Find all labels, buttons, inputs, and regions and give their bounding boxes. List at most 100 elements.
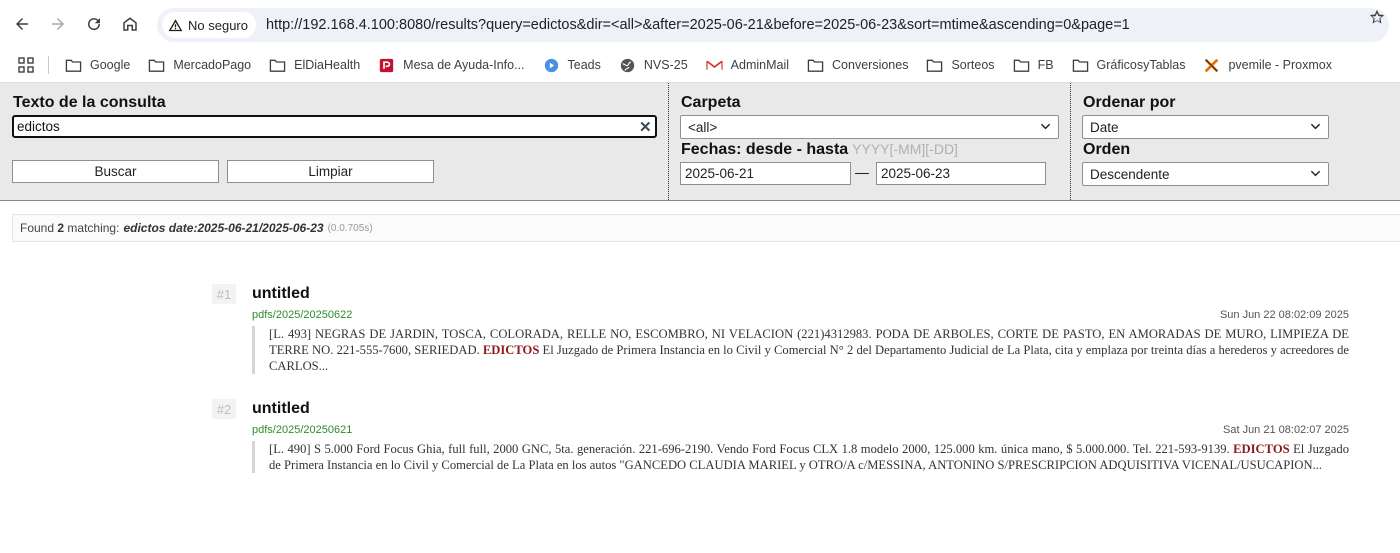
mail-icon (706, 58, 731, 73)
bookmark-label: FB (1037, 58, 1054, 72)
helpdesk-icon (378, 58, 403, 73)
bookmark-item[interactable]: MercadoPago (148, 58, 251, 73)
home-button[interactable] (114, 8, 146, 40)
dates-label-text: Fechas: desde - hasta (681, 141, 849, 158)
order-select-value: Descendente (1090, 166, 1170, 182)
proxmox-icon (1203, 58, 1228, 73)
result-number: #1 (212, 284, 236, 304)
result-count: 2 (57, 221, 65, 235)
search-time: (0.0.705s) (327, 222, 373, 234)
bookmark-item[interactable]: pvemile - Proxmox (1203, 58, 1332, 73)
reload-icon (88, 18, 101, 31)
bookmark-item[interactable]: Teads (543, 58, 601, 73)
date-separator: — (855, 164, 869, 180)
clear-query-icon[interactable]: ✕ (639, 118, 653, 136)
bookmark-star-icon[interactable] (1368, 8, 1386, 26)
order-select[interactable]: Descendente (1082, 162, 1329, 186)
back-button[interactable] (6, 8, 38, 40)
result-number: #2 (212, 399, 236, 419)
browser-toolbar: No seguro http://192.168.4.100:8080/resu… (0, 0, 1400, 48)
result-title[interactable]: untitled (252, 285, 310, 303)
bookmark-item[interactable]: AdminMail (706, 58, 789, 73)
folder-icon (148, 58, 173, 73)
address-bar[interactable]: No seguro http://192.168.4.100:8080/resu… (157, 8, 1389, 42)
bookmark-label: AdminMail (730, 58, 790, 72)
results-summary: Found 2 matching: edictos date:2025-06-2… (12, 214, 1400, 242)
result-path[interactable]: pdfs/2025/20250621 (252, 424, 352, 436)
bookmark-label: GráficosyTablas (1096, 58, 1186, 72)
dates-format-hint: YYYY[-MM][-DD] (852, 141, 958, 157)
folder-icon (1072, 58, 1097, 73)
browser-chrome: No seguro http://192.168.4.100:8080/resu… (0, 0, 1400, 83)
bookmark-label: Teads (567, 58, 601, 72)
chevron-down-icon (1310, 123, 1321, 130)
sort-select[interactable]: Date (1082, 115, 1329, 139)
result-item: #2 untitled pdfs/2025/20250621 Sat Jun 2… (212, 399, 1352, 499)
bookmark-label: Conversiones (832, 58, 909, 72)
query-input[interactable]: edictos (12, 115, 657, 138)
query-label: Texto de la consulta (13, 94, 166, 111)
clear-button[interactable]: Limpiar (227, 160, 434, 183)
bookmark-item[interactable]: ElDiaHealth (269, 58, 360, 73)
bookmark-list: Google MercadoPago ElDiaHealth Mesa de Ayud… (65, 58, 1350, 73)
search-button[interactable]: Buscar (12, 160, 219, 183)
folder-icon (269, 58, 294, 73)
result-path[interactable]: pdfs/2025/20250622 (252, 309, 352, 321)
bookmark-label: pvemile - Proxmox (1228, 58, 1332, 72)
reload-button[interactable] (78, 8, 110, 40)
bookmark-label: ElDiaHealth (294, 58, 361, 72)
folder-icon (926, 58, 951, 73)
result-date: Sun Jun 22 08:02:09 2025 (1219, 309, 1349, 321)
security-label: No seguro (188, 17, 248, 33)
bookmark-item[interactable]: NVS-25 (619, 58, 688, 73)
folder-icon (807, 58, 832, 73)
bookmark-item[interactable]: GráficosyTablas (1072, 58, 1186, 73)
url-text[interactable]: http://192.168.4.100:8080/results?query=… (266, 17, 1346, 33)
summary-query: edictos date:2025-06-21/2025-06-23 (123, 221, 324, 235)
globe-icon (619, 58, 644, 73)
snippet-highlight: EDICTOS (482, 343, 540, 357)
warning-triangle-icon (168, 18, 183, 31)
security-indicator[interactable]: No seguro (162, 12, 256, 38)
snippet-highlight: EDICTOS (1233, 442, 1290, 456)
bookmark-label: Mesa de Ayuda-Info... (403, 58, 525, 72)
result-snippet: [L. 493] NEGRAS DE JARDIN, TOSCA, COLORA… (252, 326, 1349, 374)
result-item: #1 untitled pdfs/2025/20250622 Sun Jun 2… (212, 284, 1352, 384)
result-date: Sat Jun 21 08:02:07 2025 (1223, 424, 1349, 436)
chevron-down-icon (1310, 170, 1321, 177)
bookmark-item[interactable]: Sorteos (926, 58, 995, 73)
result-title[interactable]: untitled (252, 400, 310, 418)
snippet-text: [L. 490] S 5.000 Ford Focus Ghia, full f… (269, 442, 1234, 456)
folder-icon (1013, 58, 1038, 73)
result-snippet: [L. 490] S 5.000 Ford Focus Ghia, full f… (252, 441, 1349, 473)
summary-suffix: matching: (67, 221, 120, 235)
arrow-left-icon (16, 18, 28, 30)
folder-label: Carpeta (681, 94, 741, 111)
date-from-input[interactable]: 2025-06-21 (680, 162, 851, 185)
bookmarks-separator (48, 56, 49, 74)
bookmark-label: Google (90, 58, 131, 72)
apps-grid-icon[interactable] (18, 57, 34, 73)
forward-button[interactable] (42, 8, 74, 40)
bookmark-label: Sorteos (951, 58, 995, 72)
sort-select-value: Date (1090, 119, 1119, 135)
summary-prefix: Found (20, 221, 55, 235)
bookmark-label: MercadoPago (173, 58, 252, 72)
teads-icon (543, 58, 568, 73)
order-label: Orden (1083, 141, 1131, 158)
home-icon (123, 17, 137, 31)
arrow-right-icon (52, 18, 64, 30)
folder-icon (65, 58, 90, 73)
folder-select[interactable]: <all> (680, 115, 1059, 139)
bookmark-item[interactable]: Conversiones (807, 58, 908, 73)
bookmark-item[interactable]: Mesa de Ayuda-Info... (378, 58, 525, 73)
bookmark-label: NVS-25 (643, 58, 688, 72)
bookmark-item[interactable]: FB (1013, 58, 1054, 73)
bookmarks-bar: Google MercadoPago ElDiaHealth Mesa de Ayud… (0, 48, 1400, 82)
sort-label: Ordenar por (1083, 94, 1176, 111)
chevron-down-icon (1040, 123, 1051, 130)
folder-select-value: <all> (688, 119, 718, 135)
bookmark-item[interactable]: Google (65, 58, 130, 73)
dates-label: Fechas: desde - hasta YYYY[-MM][-DD] (681, 141, 958, 159)
date-to-input[interactable]: 2025-06-23 (876, 162, 1046, 185)
